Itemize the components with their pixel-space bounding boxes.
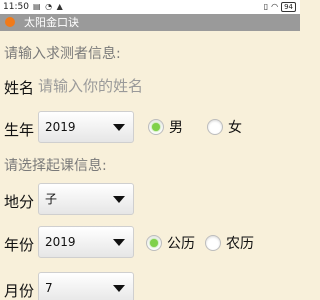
year-value: 2019 xyxy=(45,235,76,249)
calendar-solar-radio[interactable]: 公历 xyxy=(146,233,195,253)
gender-male-label: 男 xyxy=(169,120,183,136)
status-bar: 11:50 ▤ ◔ ▲ ▯ ◠ 94 xyxy=(0,0,300,14)
name-label: 姓名 xyxy=(4,79,35,97)
birth-year-select[interactable]: 2019 xyxy=(38,111,134,143)
app-title: 太阳金口诀 xyxy=(24,16,79,29)
app-logo-icon xyxy=(5,17,15,27)
difen-select[interactable]: 子 xyxy=(38,183,134,215)
battery-icon: 94 xyxy=(281,2,296,12)
section-input-info-label: 请输入求测者信息: xyxy=(4,46,121,62)
radio-unselected-icon xyxy=(207,119,223,135)
name-input[interactable] xyxy=(38,75,288,97)
month-value: 7 xyxy=(45,281,53,295)
gender-female-radio[interactable]: 女 xyxy=(207,117,242,137)
status-right-icons: ▯ ◠ 94 xyxy=(264,0,296,14)
difen-label: 地分 xyxy=(4,193,35,211)
section-divination-info-label: 请选择起课信息: xyxy=(4,158,107,174)
gender-male-radio[interactable]: 男 xyxy=(148,117,183,137)
difen-value: 子 xyxy=(45,192,58,206)
status-time: 11:50 xyxy=(3,2,29,12)
year-select[interactable]: 2019 xyxy=(38,226,134,258)
calendar-solar-label: 公历 xyxy=(167,236,195,252)
month-select[interactable]: 7 xyxy=(38,272,134,300)
wifi-icon: ◠ xyxy=(271,2,279,11)
app-screen: 11:50 ▤ ◔ ▲ ▯ ◠ 94 太阳金口诀 请输入求测者信息: 姓名 生年… xyxy=(0,0,300,300)
year-label: 年份 xyxy=(4,236,35,254)
radio-selected-icon xyxy=(148,119,164,135)
gender-female-label: 女 xyxy=(228,120,242,136)
chevron-down-icon xyxy=(113,124,125,131)
birth-year-value: 2019 xyxy=(45,120,76,134)
chevron-down-icon xyxy=(113,196,125,203)
birth-year-label: 生年 xyxy=(4,121,35,139)
month-label: 月份 xyxy=(4,282,35,300)
chevron-down-icon xyxy=(113,285,125,292)
vibrate-icon: ▯ xyxy=(263,2,269,11)
chevron-down-icon xyxy=(113,239,125,246)
radio-selected-icon xyxy=(146,235,162,251)
radio-unselected-icon xyxy=(205,235,221,251)
title-bar: 太阳金口诀 xyxy=(0,14,300,31)
calendar-lunar-radio[interactable]: 农历 xyxy=(205,233,254,253)
notification-icons: ▤ ◔ ▲ xyxy=(33,2,64,11)
calendar-lunar-label: 农历 xyxy=(226,236,254,252)
